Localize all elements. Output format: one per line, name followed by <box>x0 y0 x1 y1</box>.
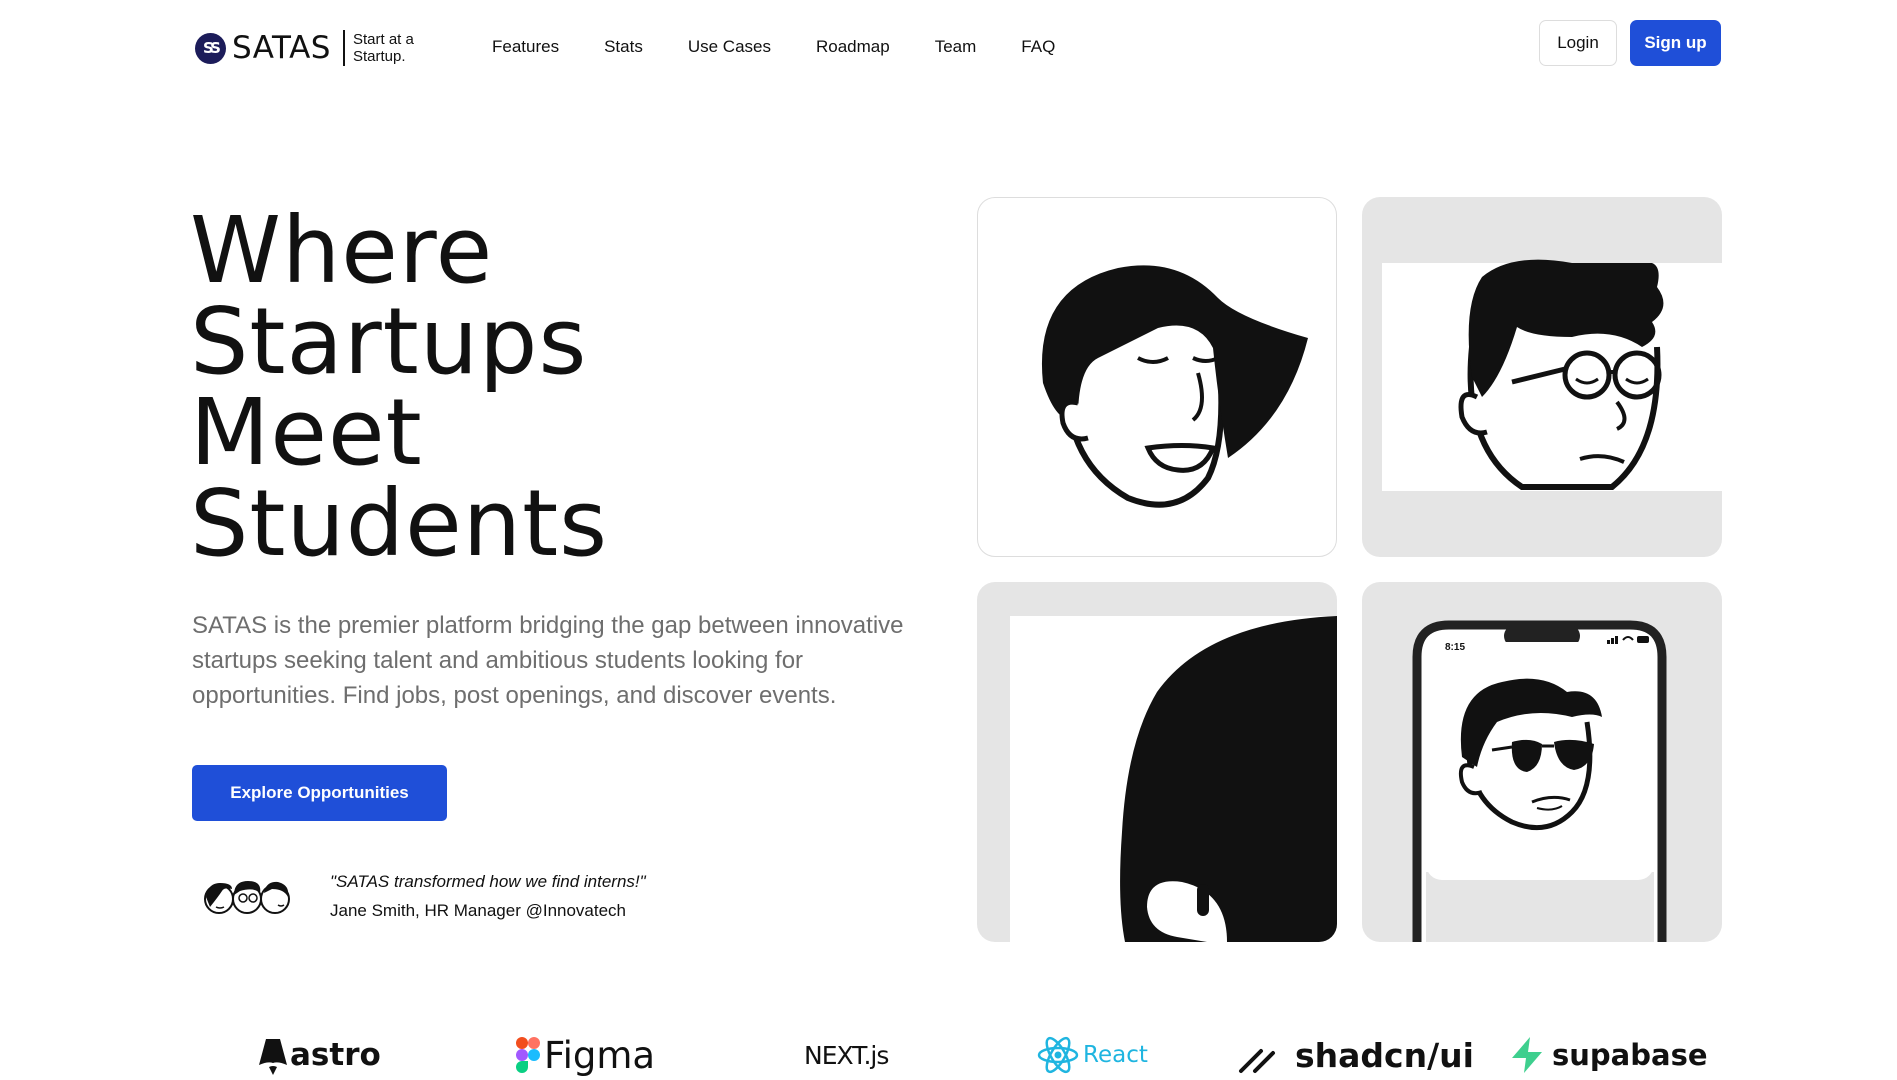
supabase-label: supabase <box>1552 1038 1708 1072</box>
explore-opportunities-button[interactable]: Explore Opportunities <box>192 765 447 821</box>
signup-button[interactable]: Sign up <box>1630 20 1721 66</box>
illustration-card-smiling-face <box>977 197 1337 557</box>
hero-title-line: Students <box>190 470 609 577</box>
figma-logo: Figma <box>516 1030 655 1080</box>
testimonial: "SATAS transformed how we find interns!"… <box>202 872 646 921</box>
brand-tagline: Start at a Startup. <box>352 31 414 65</box>
brand-mark-icon: SS <box>195 32 226 64</box>
astro-logo: astro <box>258 1030 381 1080</box>
illustration-card-closeup-face <box>977 582 1337 942</box>
figma-label: Figma <box>544 1033 656 1077</box>
testimonial-author: Jane Smith, HR Manager @Innovatech <box>330 901 627 920</box>
supabase-logo: supabase <box>1510 1030 1708 1080</box>
figma-icon <box>516 1037 540 1073</box>
testimonial-text: "SATAS transformed how we find interns!"… <box>330 872 646 921</box>
illustration-card-phone: 8:15 <box>1362 582 1722 942</box>
brand-logo[interactable]: SS SATAS Start at a Startup. <box>195 30 433 66</box>
shadcn-icon <box>1239 1049 1275 1073</box>
hero-description: SATAS is the premier platform bridging t… <box>192 612 904 709</box>
nav-link-roadmap[interactable]: Roadmap <box>816 37 890 57</box>
testimonial-avatars <box>202 877 298 917</box>
shadcn-label: shadcn/ui <box>1295 1035 1474 1075</box>
hero-title-line: Where <box>190 197 494 304</box>
astro-label: astro <box>290 1037 381 1073</box>
nav-link-use-cases[interactable]: Use Cases <box>688 37 771 57</box>
nextjs-logo: NEXT.js <box>804 1030 889 1080</box>
avatar-icon <box>260 881 290 914</box>
illustration-card-glasses-face <box>1362 197 1722 557</box>
nav-link-team[interactable]: Team <box>935 37 977 57</box>
nav-link-features[interactable]: Features <box>492 37 559 57</box>
react-label: React <box>1083 1042 1148 1068</box>
brand-name: SATAS <box>232 30 331 66</box>
smiling-face-illustration <box>1041 265 1308 508</box>
react-icon <box>1037 1036 1079 1074</box>
hero-title-line: Meet <box>190 379 423 486</box>
shadcn-logo: shadcn/ui <box>1237 1030 1474 1080</box>
nextjs-label: NEXT.js <box>804 1040 889 1070</box>
login-button[interactable]: Login <box>1539 20 1617 66</box>
react-logo: React <box>1037 1030 1148 1080</box>
glasses-face-illustration <box>1382 259 1722 491</box>
brand-divider <box>342 30 345 66</box>
closeup-face-illustration <box>1010 616 1337 942</box>
testimonial-quote: "SATAS transformed how we find interns!" <box>330 872 646 891</box>
phone-time: 8:15 <box>1445 642 1466 653</box>
nav-link-faq[interactable]: FAQ <box>1021 37 1055 57</box>
astro-icon <box>259 1039 287 1075</box>
nav-link-stats[interactable]: Stats <box>604 37 643 57</box>
nav-links: Features Stats Use Cases Roadmap Team FA… <box>492 37 1100 57</box>
hero-title-line: Startups <box>190 288 588 395</box>
phone-illustration <box>1412 620 1667 942</box>
hero-title: Where Startups Meet Students <box>190 197 609 577</box>
tech-logo-strip: astro Figma NEXT.js React shadcn/ui supa… <box>0 1030 1897 1080</box>
supabase-icon <box>1512 1037 1542 1073</box>
top-navigation: SS SATAS Start at a Startup. Features St… <box>0 0 1897 95</box>
